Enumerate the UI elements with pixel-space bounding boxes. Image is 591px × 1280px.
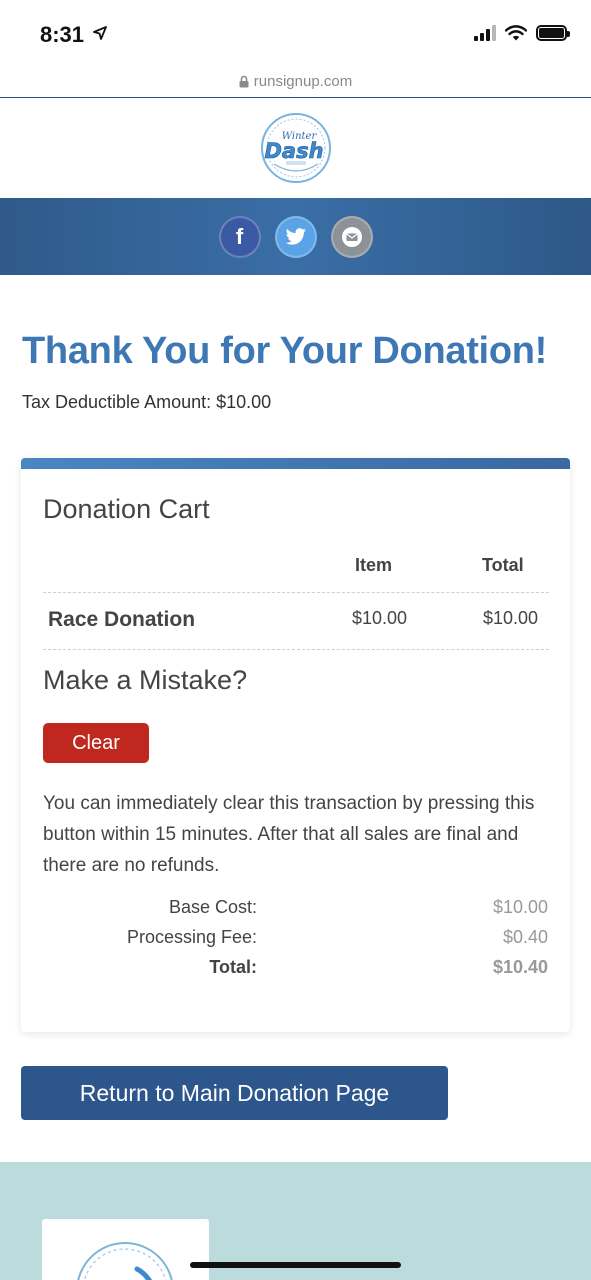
total-label: Total: — [209, 957, 257, 977]
facebook-icon: f — [235, 223, 244, 249]
processing-fee-label: Processing Fee: — [126, 927, 257, 947]
return-to-main-donation-button[interactable]: Return to Main Donation Page — [21, 1066, 448, 1120]
total-value: $10.40 — [492, 957, 548, 977]
cart-row-name: Race Donation — [48, 608, 196, 631]
table-divider — [43, 592, 549, 593]
page-title: Thank You for Your Donation! — [22, 330, 547, 372]
share-band: f — [0, 198, 591, 275]
table-divider — [43, 649, 549, 650]
url-bar[interactable]: runsignup.com — [0, 66, 591, 97]
cart-accent-bar — [21, 458, 570, 469]
wifi-icon — [505, 25, 527, 41]
clear-note: You can immediately clear this transacti… — [43, 793, 535, 876]
svg-text:Dash: Dash — [264, 139, 323, 163]
location-arrow-icon — [93, 26, 107, 40]
url-text: runsignup.com — [253, 73, 353, 90]
lock-icon — [239, 75, 249, 88]
email-share-button[interactable] — [330, 215, 373, 258]
twitter-share-button[interactable] — [274, 215, 317, 258]
cart-row-total: $10.00 — [483, 608, 539, 628]
site-header: Winter Dash — [0, 98, 591, 198]
status-icons — [474, 25, 570, 41]
base-cost-value: $10.00 — [492, 897, 548, 917]
twitter-icon — [285, 227, 306, 245]
donation-cart-card: Donation Cart Item Total Race Donation $… — [21, 458, 570, 1032]
status-bar: 8:31 — [0, 0, 591, 66]
home-indicator — [190, 1262, 401, 1268]
column-header-total: Total — [482, 555, 524, 575]
email-icon — [341, 226, 362, 247]
clear-button[interactable]: Clear — [43, 723, 149, 763]
tax-deductible-amount: Tax Deductible Amount: $10.00 — [22, 392, 272, 412]
base-cost-label: Base Cost: — [168, 897, 257, 917]
footer-logo — [77, 1242, 173, 1280]
footer-logo-card — [42, 1219, 209, 1280]
winter-dash-logo[interactable]: Winter Dash — [260, 112, 332, 184]
mistake-heading: Make a Mistake? — [43, 665, 248, 695]
facebook-share-button[interactable]: f — [218, 215, 261, 258]
cart-row-item-price: $10.00 — [352, 608, 408, 628]
battery-icon — [536, 25, 570, 41]
processing-fee-value: $0.40 — [502, 927, 548, 947]
signal-icon — [474, 25, 496, 41]
column-header-item: Item — [355, 555, 393, 575]
status-time: 8:31 — [40, 22, 85, 47]
cart-title: Donation Cart — [43, 494, 210, 524]
